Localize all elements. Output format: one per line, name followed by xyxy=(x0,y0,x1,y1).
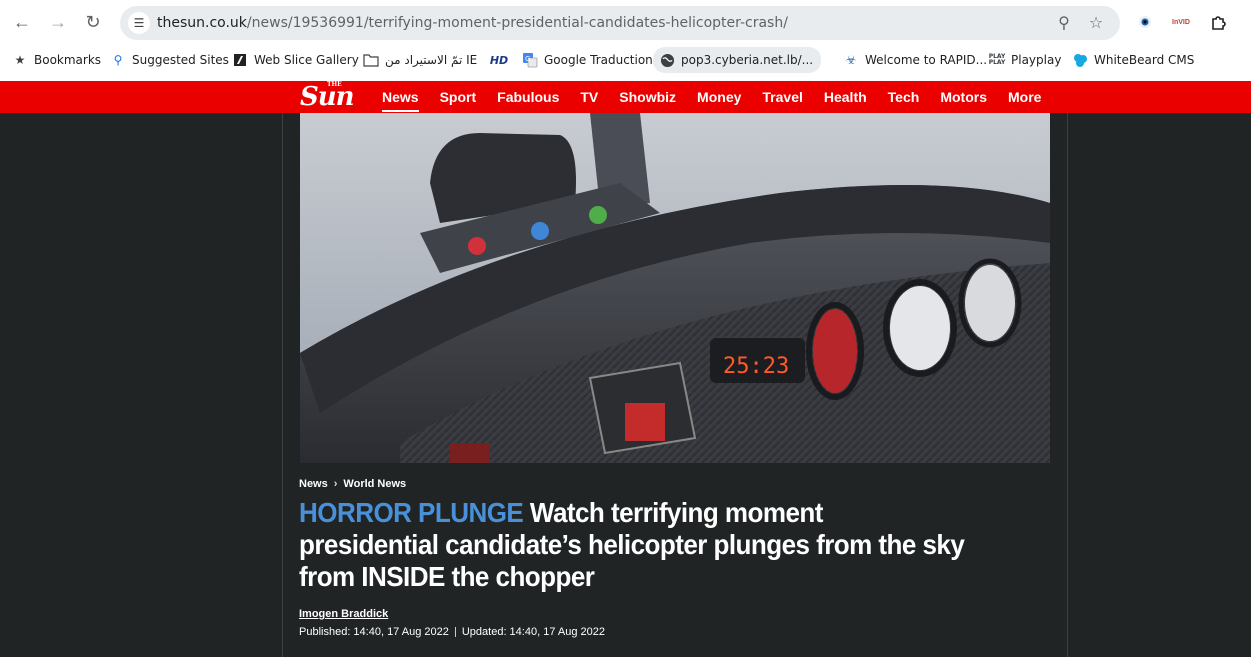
nav-fabulous[interactable]: Fabulous xyxy=(497,81,559,113)
forward-icon[interactable]: → xyxy=(46,10,70,34)
bookmark-whitebeard-cms[interactable]: WhiteBeard CMS xyxy=(1072,50,1194,70)
bookmark-label: Welcome to RAPID... xyxy=(865,53,988,67)
article-page: 25:23 News › World News HORROR PLUNGE Wa… xyxy=(282,113,1068,657)
video-player[interactable]: 25:23 xyxy=(300,113,1050,463)
playplay-icon: PLAY PLAY xyxy=(988,53,1006,66)
bookmark-label: Web Slice Gallery xyxy=(254,53,359,67)
star-icon: ★ xyxy=(14,53,26,67)
zoom-icon[interactable]: ⚲ xyxy=(1054,13,1074,33)
author-link[interactable]: Imogen Braddick xyxy=(299,608,388,620)
bookmark-label: Playplay xyxy=(1011,53,1062,67)
nav-health[interactable]: Health xyxy=(824,81,867,113)
video-clock-display: 25:23 xyxy=(723,354,789,379)
whitebeard-icon xyxy=(1072,52,1088,68)
bookmark-label: Suggested Sites xyxy=(132,53,229,67)
breadcrumb: News › World News xyxy=(299,478,406,490)
date-divider xyxy=(454,627,456,637)
back-icon[interactable]: ← xyxy=(10,10,34,34)
extension-eye-icon[interactable] xyxy=(1134,11,1156,33)
updated-date: Updated: 14:40, 17 Aug 2022 xyxy=(461,626,605,638)
bookmark-web-slice-gallery[interactable]: Web Slice Gallery xyxy=(232,50,359,70)
logo-the: THE xyxy=(327,81,342,88)
bookmark-label: WhiteBeard CMS xyxy=(1094,53,1195,67)
nav-motors[interactable]: Motors xyxy=(940,81,987,113)
nav-more[interactable]: More xyxy=(1008,81,1041,113)
browser-toolbar: ← → ↻ ☰ thesun.co.uk/news/19536991/terri… xyxy=(0,0,1251,45)
bookmark-welcome-rapid[interactable]: ☣ Welcome to RAPID... xyxy=(843,50,987,70)
invid-extension-icon[interactable]: InVID xyxy=(1170,11,1192,33)
site-navigation: THE Sun News Sport Fabulous TV Showbiz M… xyxy=(0,81,1251,113)
bookmarks-bar: ★ Bookmarks ⚲ Suggested Sites Web Slice … xyxy=(0,45,1251,75)
breadcrumb-news[interactable]: News xyxy=(299,478,328,490)
bookmark-suggested-sites[interactable]: ⚲ Suggested Sites xyxy=(110,50,229,70)
hd-icon: HD xyxy=(489,53,509,67)
bookmark-google-traduction[interactable]: G Google Traduction xyxy=(522,50,653,70)
sun-logo[interactable]: THE Sun xyxy=(300,81,355,112)
web-slice-icon xyxy=(232,52,248,68)
globe-icon xyxy=(659,52,675,68)
svg-text:G: G xyxy=(525,55,530,63)
rapid-icon: ☣ xyxy=(845,53,857,67)
search-icon: ⚲ xyxy=(113,53,123,67)
chevron-right-icon: › xyxy=(333,478,338,490)
headline-kicker: HORROR PLUNGE xyxy=(299,497,524,528)
nav-tech[interactable]: Tech xyxy=(888,81,920,113)
bookmark-folder-ie[interactable]: تمّ الاستيراد من IE xyxy=(363,50,477,70)
nav-sport[interactable]: Sport xyxy=(440,81,477,113)
video-frame-cockpit: 25:23 xyxy=(300,113,1050,463)
bookmark-label: pop3.cyberia.net.lb/... xyxy=(681,53,814,67)
bookmark-label: تمّ الاستيراد من IE xyxy=(385,53,478,67)
bookmark-playplay[interactable]: PLAY PLAY Playplay xyxy=(988,50,1062,70)
breadcrumb-world-news[interactable]: World News xyxy=(343,478,406,490)
nav-news[interactable]: News xyxy=(382,81,419,113)
bookmark-pop3-cyberia[interactable]: pop3.cyberia.net.lb/... xyxy=(653,47,822,73)
nav-money[interactable]: Money xyxy=(697,81,741,113)
translate-icon: G xyxy=(522,52,538,68)
site-info-icon[interactable]: ☰ xyxy=(128,12,150,34)
reload-icon[interactable]: ↻ xyxy=(81,10,105,34)
article-dates: Published: 14:40, 17 Aug 2022 Updated: 1… xyxy=(299,626,605,638)
nav-travel[interactable]: Travel xyxy=(762,81,802,113)
bookmark-star-icon[interactable]: ☆ xyxy=(1086,13,1106,33)
url-text[interactable]: thesun.co.uk/news/19536991/terrifying-mo… xyxy=(157,15,788,31)
nav-tv[interactable]: TV xyxy=(580,81,598,113)
bookmark-label: Google Traduction xyxy=(544,53,653,67)
address-bar[interactable]: ☰ thesun.co.uk/news/19536991/terrifying-… xyxy=(120,6,1120,40)
bookmark-label: Bookmarks xyxy=(34,53,102,67)
article-headline: HORROR PLUNGE Watch terrifying moment pr… xyxy=(299,497,969,593)
bookmark-bookmarks[interactable]: ★ Bookmarks xyxy=(12,50,101,70)
nav-links: News Sport Fabulous TV Showbiz Money Tra… xyxy=(382,81,1062,113)
nav-showbiz[interactable]: Showbiz xyxy=(619,81,676,113)
published-date: Published: 14:40, 17 Aug 2022 xyxy=(299,626,449,638)
bookmark-hd[interactable]: HD xyxy=(490,50,508,70)
extensions-puzzle-icon[interactable] xyxy=(1207,11,1229,33)
browser-chrome: ← → ↻ ☰ thesun.co.uk/news/19536991/terri… xyxy=(0,0,1251,81)
folder-icon xyxy=(363,52,379,68)
